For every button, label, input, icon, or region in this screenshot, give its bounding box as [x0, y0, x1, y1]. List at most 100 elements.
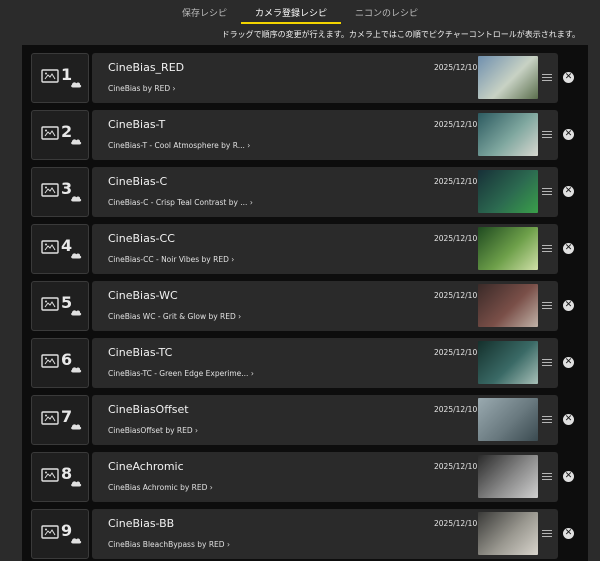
cloud-icon — [71, 82, 82, 88]
drag-handle-icon[interactable] — [542, 188, 552, 196]
recipe-list: 1 CineBias_RED CineBias by RED › 2025/12/10… — [22, 45, 588, 561]
drag-handle-icon[interactable] — [542, 74, 552, 82]
remove-icon[interactable]: ✕ — [563, 72, 574, 83]
recipe-name: CineBiasOffset — [108, 403, 189, 416]
recipe-source-link[interactable]: CineBiasOffset by RED › — [108, 426, 198, 435]
drag-handle-icon[interactable] — [542, 473, 552, 481]
slot-icon-box: 5 — [31, 281, 89, 331]
recipe-row[interactable]: 9 CineBias-BB CineBias BleachBypass by RED… — [28, 509, 580, 559]
recipe-thumbnail — [478, 512, 538, 555]
recipe-source-link[interactable]: CineBias-C - Crisp Teal Contrast by ... … — [108, 198, 253, 207]
recipe-source-link[interactable]: CineBias Achromic by RED › — [108, 483, 213, 492]
remove-icon[interactable]: ✕ — [563, 471, 574, 482]
recipe-name: CineBias-BB — [108, 517, 175, 530]
drag-handle-icon[interactable] — [542, 416, 552, 424]
recipe-row[interactable]: 6 CineBias-TC CineBias-TC - Green Edge Exp… — [28, 338, 580, 388]
recipe-source-link[interactable]: CineBias-TC - Green Edge Experime... › — [108, 369, 254, 378]
slot-icon-box: 1 — [31, 53, 89, 103]
recipe-source-text: CineBias BleachBypass by RED — [108, 540, 225, 549]
recipe-thumbnail — [478, 227, 538, 270]
recipe-date: 2025/12/10 — [434, 177, 478, 186]
recipe-card[interactable]: CineBiasOffset CineBiasOffset by RED › 202… — [92, 395, 558, 445]
chevron-right-icon: › — [207, 483, 213, 492]
cloud-icon — [71, 139, 82, 145]
recipe-source-link[interactable]: CineBias-T - Cool Atmosphere by R... › — [108, 141, 250, 150]
recipe-card[interactable]: CineBias-C CineBias-C - Crisp Teal Contra… — [92, 167, 558, 217]
recipe-name: CineBias-CC — [108, 232, 175, 245]
recipe-row[interactable]: 8 CineAchromic CineBias Achromic by RED › 2… — [28, 452, 580, 502]
chevron-right-icon: › — [244, 141, 251, 150]
recipe-name: CineAchromic — [108, 460, 184, 473]
slot-icon-box: 4 — [31, 224, 89, 274]
recipe-name: CineBias-C — [108, 175, 168, 188]
recipe-name: CineBias-WC — [108, 289, 178, 302]
recipe-row[interactable]: 2 CineBias-T CineBias-T - Cool Atmosphere … — [28, 110, 580, 160]
drag-handle-icon[interactable] — [542, 245, 552, 253]
chevron-right-icon: › — [235, 312, 242, 321]
recipe-card[interactable]: CineBias-CC CineBias-CC - Noir Vibes by R… — [92, 224, 558, 274]
recipe-source-link[interactable]: CineBias by RED › — [108, 84, 176, 93]
drag-handle-icon[interactable] — [542, 302, 552, 310]
recipe-date: 2025/12/10 — [434, 234, 478, 243]
recipe-card[interactable]: CineBias-BB CineBias BleachBypass by RED … — [92, 509, 558, 559]
recipe-name: CineBias_RED — [108, 61, 185, 74]
recipe-source-link[interactable]: CineBias BleachBypass by RED › — [108, 540, 230, 549]
picture-control-icon — [41, 297, 59, 311]
slot-icon-box: 7 — [31, 395, 89, 445]
remove-icon[interactable]: ✕ — [563, 528, 574, 539]
recipe-card[interactable]: CineAchromic CineBias Achromic by RED › 20… — [92, 452, 558, 502]
recipe-thumbnail — [478, 284, 538, 327]
recipe-row[interactable]: 7 CineBiasOffset CineBiasOffset by RED › 20… — [28, 395, 580, 445]
recipe-name: CineBias-T — [108, 118, 166, 131]
recipe-row[interactable]: 1 CineBias_RED CineBias by RED › 2025/12/10… — [28, 53, 580, 103]
recipe-source-text: CineBias-C - Crisp Teal Contrast by ... — [108, 198, 248, 207]
recipe-date: 2025/12/10 — [434, 63, 478, 72]
recipe-thumbnail — [478, 170, 538, 213]
slot-icon-box: 3 — [31, 167, 89, 217]
recipe-source-text: CineBias by RED — [108, 84, 171, 93]
recipe-source-text: CineBias-CC - Noir Vibes by RED — [108, 255, 229, 264]
recipe-date: 2025/12/10 — [434, 405, 478, 414]
recipe-card[interactable]: CineBias-TC CineBias-TC - Green Edge Expe… — [92, 338, 558, 388]
picture-control-icon — [41, 411, 59, 425]
recipe-source-link[interactable]: CineBias-CC - Noir Vibes by RED › — [108, 255, 234, 264]
picture-control-icon — [41, 183, 59, 197]
recipe-row[interactable]: 3 CineBias-C CineBias-C - Crisp Teal Contr… — [28, 167, 580, 217]
recipe-card[interactable]: CineBias-WC CineBias WC - Grit & Glow by … — [92, 281, 558, 331]
recipe-source-text: CineBias WC - Grit & Glow by RED — [108, 312, 236, 321]
drag-handle-icon[interactable] — [542, 131, 552, 139]
slot-icon-box: 8 — [31, 452, 89, 502]
recipe-name: CineBias-TC — [108, 346, 173, 359]
picture-control-icon — [41, 240, 59, 254]
remove-icon[interactable]: ✕ — [563, 300, 574, 311]
recipe-row[interactable]: 4 CineBias-CC CineBias-CC - Noir Vibes by … — [28, 224, 580, 274]
remove-icon[interactable]: ✕ — [563, 414, 574, 425]
remove-icon[interactable]: ✕ — [563, 186, 574, 197]
chevron-right-icon: › — [247, 198, 253, 207]
picture-control-icon — [41, 69, 59, 83]
cloud-icon — [71, 538, 82, 544]
recipe-source-text: CineBias-TC - Green Edge Experime... — [108, 369, 249, 378]
picture-control-icon — [41, 354, 59, 368]
recipe-date: 2025/12/10 — [434, 120, 478, 129]
recipe-source-text: CineBias-T - Cool Atmosphere by R... — [108, 141, 245, 150]
picture-control-icon — [41, 525, 59, 539]
recipe-card[interactable]: CineBias_RED CineBias by RED › 2025/12/10 — [92, 53, 558, 103]
remove-icon[interactable]: ✕ — [563, 357, 574, 368]
recipe-card[interactable]: CineBias-T CineBias-T - Cool Atmosphere b… — [92, 110, 558, 160]
drag-handle-icon[interactable] — [542, 530, 552, 538]
cloud-icon — [71, 367, 82, 373]
recipe-thumbnail — [478, 455, 538, 498]
slot-icon-box: 2 — [31, 110, 89, 160]
recipe-source-link[interactable]: CineBias WC - Grit & Glow by RED › — [108, 312, 241, 321]
tab-camera-recipes[interactable]: カメラ登録レシピ — [240, 0, 341, 24]
chevron-right-icon: › — [224, 540, 230, 549]
remove-icon[interactable]: ✕ — [563, 243, 574, 254]
cloud-icon — [71, 196, 82, 202]
tab-saved-recipes[interactable]: 保存レシピ — [168, 0, 241, 24]
recipe-row[interactable]: 5 CineBias-WC CineBias WC - Grit & Glow by… — [28, 281, 580, 331]
recipe-source-text: CineBiasOffset by RED — [108, 426, 193, 435]
tab-nikon-recipes[interactable]: ニコンのレシピ — [341, 0, 432, 24]
remove-icon[interactable]: ✕ — [563, 129, 574, 140]
drag-handle-icon[interactable] — [542, 359, 552, 367]
